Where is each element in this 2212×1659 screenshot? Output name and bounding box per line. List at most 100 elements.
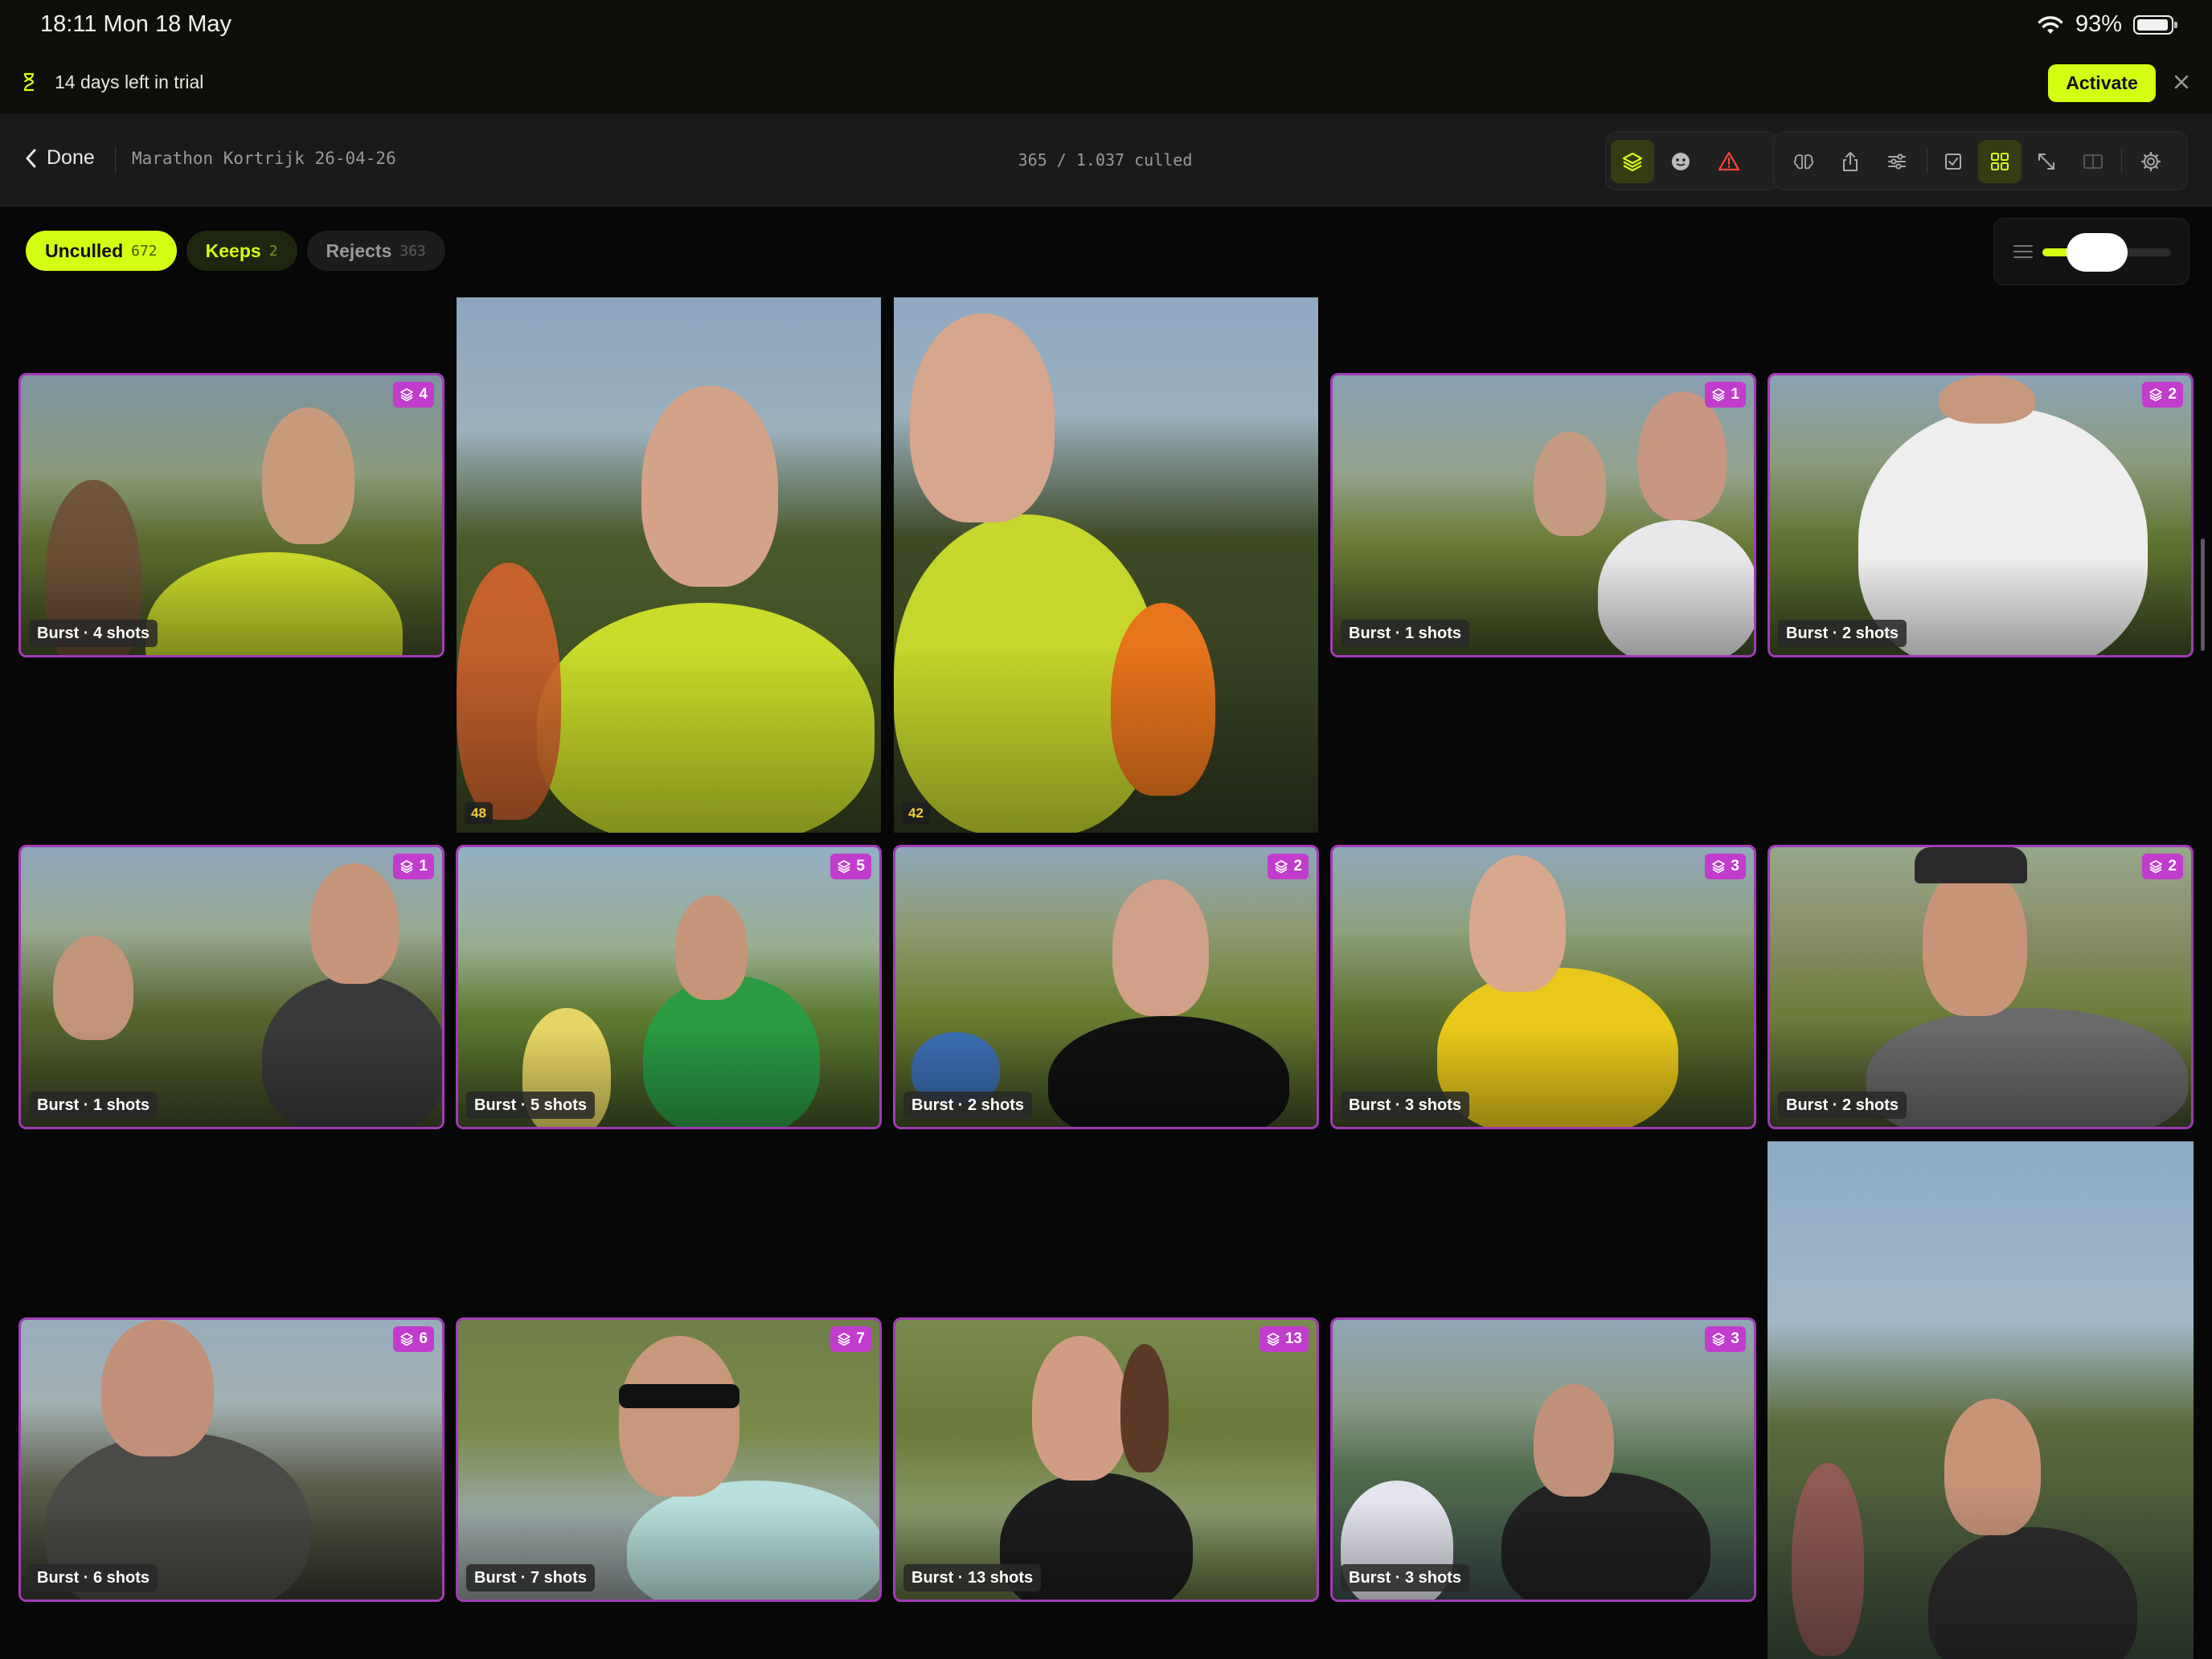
- burst-label: Burst · 2 shots: [1778, 620, 1907, 647]
- photo-tile[interactable]: 2 Burst · 2 shots: [1768, 373, 2194, 657]
- photo-tile[interactable]: 42: [894, 297, 1318, 833]
- stack-badge: 2: [2142, 382, 2183, 408]
- battery-percentage: 93%: [2075, 11, 2122, 37]
- sliders-icon: [2013, 245, 2033, 258]
- status-bar: 18:11 Mon 18 May 93%: [0, 0, 2212, 51]
- warning-icon: [1718, 151, 1740, 171]
- layers-icon: [400, 388, 414, 402]
- stack-badge: 5: [830, 854, 871, 879]
- photo-tile[interactable]: 4 Burst · 4 shots: [18, 373, 444, 657]
- stack-badge: 3: [1705, 854, 1746, 879]
- warnings-button[interactable]: [1707, 140, 1751, 183]
- photo-tile[interactable]: 2 Burst · 2 shots: [1768, 845, 2194, 1129]
- layers-icon: [2149, 860, 2163, 874]
- checkbox-icon: [1945, 154, 1961, 170]
- select-button[interactable]: [1931, 140, 1975, 183]
- grid-icon: [1991, 153, 2009, 170]
- scrollbar[interactable]: [2201, 539, 2205, 651]
- burst-label: Burst · 1 shots: [29, 1092, 158, 1119]
- stack-badge: 7: [830, 1326, 871, 1352]
- trial-banner: 14 days left in trial Activate: [0, 51, 2212, 115]
- photo-number: 48: [465, 802, 493, 825]
- photo-tile[interactable]: 6 Burst · 6 shots: [18, 1317, 444, 1602]
- faces-button[interactable]: [1659, 140, 1702, 183]
- layers-icon: [400, 1333, 414, 1346]
- settings-button[interactable]: [2129, 140, 2173, 183]
- burst-label: Burst · 13 shots: [903, 1564, 1042, 1591]
- face-icon: [1672, 153, 1690, 170]
- stack-badge: 3: [1705, 1326, 1746, 1352]
- gear-icon: [2140, 151, 2161, 172]
- compare-button[interactable]: [2071, 140, 2115, 183]
- battery-icon: [2133, 14, 2177, 35]
- photo-grid: 4 Burst · 4 shots 48 42 1 Burst · 1 shot…: [0, 297, 2212, 1659]
- burst-label: Burst · 5 shots: [466, 1092, 596, 1119]
- filter-tabs: Unculled 672 Keeps 2 Rejects 363: [26, 231, 445, 271]
- burst-label: Burst · 3 shots: [1341, 1092, 1470, 1119]
- photo-tile[interactable]: [1768, 1141, 2194, 1659]
- photo-tile[interactable]: 3 Burst · 3 shots: [1330, 845, 1756, 1129]
- sliders-icon: [1888, 154, 1906, 170]
- action-group: [1773, 131, 2188, 190]
- activate-button[interactable]: Activate: [2048, 64, 2156, 102]
- hourglass-icon: [23, 72, 35, 92]
- burst-label: Burst · 3 shots: [1341, 1564, 1470, 1591]
- burst-label: Burst · 7 shots: [466, 1564, 596, 1591]
- layers-icon: [838, 1333, 851, 1346]
- wifi-icon: [2038, 15, 2063, 34]
- done-button[interactable]: Done: [24, 146, 95, 170]
- ai-button[interactable]: [1782, 140, 1825, 183]
- split-view-icon: [2083, 154, 2103, 169]
- photo-tile[interactable]: 3 Burst · 3 shots: [1330, 1317, 1756, 1602]
- layers-icon: [1712, 388, 1726, 402]
- filter-unculled[interactable]: Unculled 672: [26, 231, 177, 271]
- stack-badge: 2: [2142, 854, 2183, 879]
- burst-label: Burst · 1 shots: [1341, 620, 1470, 647]
- photo-tile[interactable]: 7 Burst · 7 shots: [456, 1317, 882, 1602]
- share-button[interactable]: [1829, 140, 1872, 183]
- layers-icon: [400, 860, 414, 874]
- album-title: Marathon Kortrijk 26-04-26: [132, 149, 396, 168]
- close-icon[interactable]: [2170, 71, 2193, 93]
- photo-tile[interactable]: 1 Burst · 1 shots: [18, 845, 444, 1129]
- stack-badge: 6: [393, 1326, 434, 1352]
- stack-badge: 2: [1268, 854, 1309, 879]
- burst-label: Burst · 4 shots: [29, 620, 158, 647]
- top-toolbar: Done Marathon Kortrijk 26-04-26 365 / 1.…: [0, 114, 2212, 207]
- trial-message: 14 days left in trial: [55, 72, 204, 92]
- share-icon: [1843, 152, 1858, 171]
- stack-toggle-button[interactable]: [1611, 140, 1654, 183]
- size-slider-handle[interactable]: [2067, 233, 2128, 272]
- adjust-button[interactable]: [1875, 140, 1919, 183]
- filter-keeps[interactable]: Keeps 2: [186, 231, 297, 271]
- photo-tile[interactable]: 1 Burst · 1 shots: [1330, 373, 1756, 657]
- layers-icon: [1275, 860, 1288, 874]
- clock: 18:11 Mon 18 May: [40, 11, 232, 37]
- layers-icon: [2149, 388, 2163, 402]
- photo-number: 42: [902, 802, 930, 825]
- layers-icon: [1712, 1333, 1726, 1346]
- stack-badge: 1: [1705, 382, 1746, 408]
- layers-icon: [1622, 152, 1643, 172]
- photo-tile[interactable]: 48: [457, 297, 881, 833]
- photo-tile[interactable]: 13 Burst · 13 shots: [893, 1317, 1319, 1602]
- thumbnail-size-control: [1993, 218, 2189, 285]
- stack-badge: 13: [1259, 1326, 1309, 1352]
- stack-badge: 1: [393, 854, 434, 879]
- photo-tile[interactable]: 5 Burst · 5 shots: [456, 845, 882, 1129]
- chevron-left-icon: [26, 149, 36, 167]
- burst-label: Burst · 2 shots: [903, 1092, 1033, 1119]
- fullscreen-button[interactable]: [2025, 140, 2068, 183]
- done-label: Done: [47, 146, 95, 169]
- layers-icon: [1712, 860, 1726, 874]
- stack-badge: 4: [393, 382, 434, 408]
- burst-label: Burst · 6 shots: [29, 1564, 158, 1591]
- grid-view-button[interactable]: [1978, 140, 2022, 183]
- filter-rejects[interactable]: Rejects 363: [306, 231, 445, 271]
- culled-counter: 365 / 1.037 culled: [1018, 150, 1193, 170]
- expand-icon: [2038, 154, 2054, 170]
- burst-label: Burst · 2 shots: [1778, 1092, 1907, 1119]
- photo-tile[interactable]: 2 Burst · 2 shots: [893, 845, 1319, 1129]
- layers-icon: [1267, 1333, 1280, 1346]
- view-filter-group: [1605, 131, 1779, 190]
